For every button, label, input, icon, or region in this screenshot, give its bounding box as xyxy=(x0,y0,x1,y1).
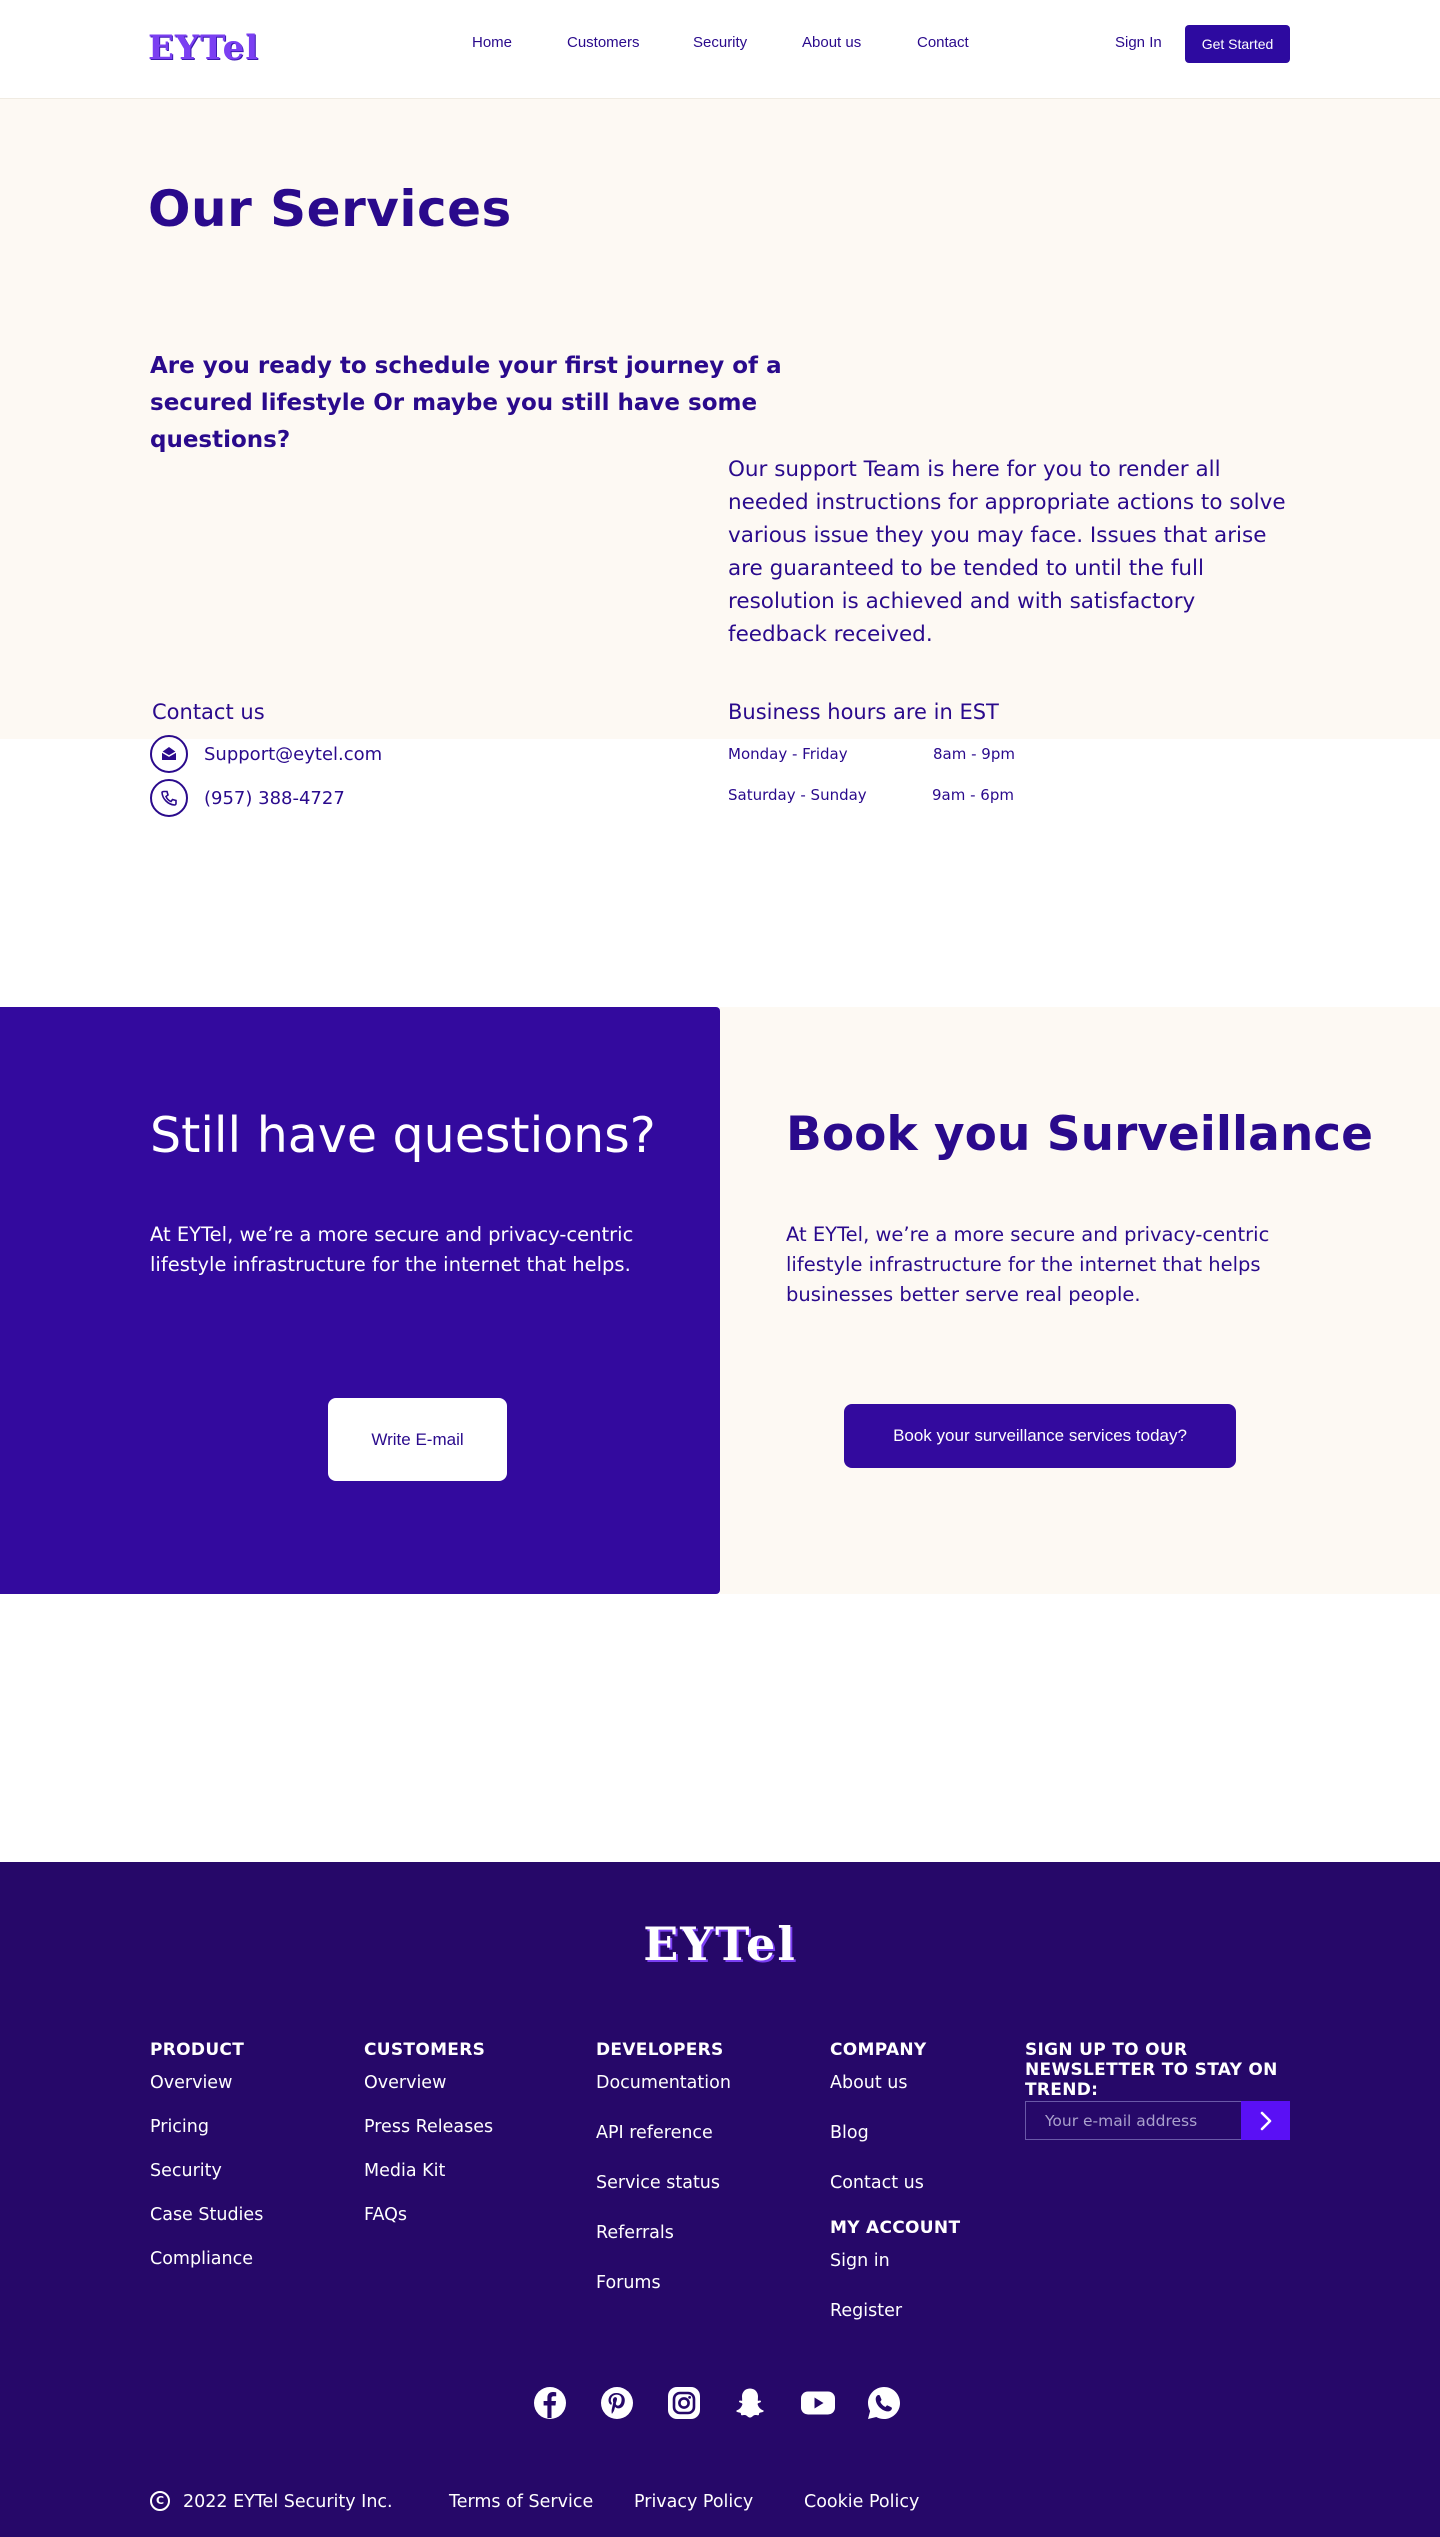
copyright-text: 2022 EYTel Security Inc. xyxy=(183,2492,393,2512)
footer-column-company: COMPANY About us Blog Contact us MY ACCO… xyxy=(830,2040,960,2321)
footer-link[interactable]: Documentation xyxy=(596,2073,731,2093)
footer-logo[interactable]: EYTel xyxy=(0,1917,1440,1971)
newsletter-submit-button[interactable] xyxy=(1241,2101,1290,2140)
get-started-button[interactable]: Get Started xyxy=(1185,25,1290,63)
footer-link[interactable]: Forums xyxy=(596,2273,661,2293)
privacy-policy-link[interactable]: Privacy Policy xyxy=(634,2492,753,2512)
newsletter-email-input[interactable] xyxy=(1025,2101,1241,2140)
questions-cta-text: At EYTel, we’re a more secure and privac… xyxy=(150,1223,634,1276)
footer-column-product: PRODUCT Overview Pricing Security Case S… xyxy=(150,2040,263,2269)
footer-link[interactable]: About us xyxy=(830,2073,908,2093)
nav-link-security[interactable]: Security xyxy=(693,34,747,51)
questions-cta-panel: Still have questions? At EYTel, we’re a … xyxy=(0,1007,720,1594)
footer-link[interactable]: Blog xyxy=(830,2123,869,2143)
whatsapp-icon[interactable] xyxy=(866,2385,902,2421)
site-header: EYTel Home Customers Security About us C… xyxy=(0,0,1440,99)
footer-link[interactable]: Overview xyxy=(150,2073,232,2093)
surveillance-cta-title: Book you Surveillance xyxy=(786,1107,1374,1162)
footer-link[interactable]: Overview xyxy=(364,2073,446,2093)
footer-link[interactable]: Pricing xyxy=(150,2117,209,2137)
contact-email[interactable]: Support@eytel.com xyxy=(204,744,382,765)
surveillance-cta-panel: Book you Surveillance At EYTel, we’re a … xyxy=(720,1007,1440,1594)
facebook-icon[interactable] xyxy=(532,2385,568,2421)
book-surveillance-button[interactable]: Book your surveillance services today? xyxy=(844,1404,1236,1468)
site-footer: EYTel PRODUCT Overview Pricing Security … xyxy=(0,1862,1440,2537)
footer-link[interactable]: Press Releases xyxy=(364,2117,493,2137)
youtube-icon[interactable] xyxy=(800,2385,836,2421)
footer-link[interactable]: Contact us xyxy=(830,2173,924,2193)
support-team-text: Our support Team is here for you to rend… xyxy=(728,457,1286,647)
page-title: Our Services xyxy=(148,180,512,238)
footer-link[interactable]: FAQs xyxy=(364,2205,407,2225)
newsletter-title: SIGN UP TO OUR NEWSLETTER TO STAY ON TRE… xyxy=(1025,2040,1278,2100)
hours-days: Saturday - Sunday xyxy=(728,786,867,804)
footer-heading: CUSTOMERS xyxy=(364,2040,486,2060)
footer-link[interactable]: Referrals xyxy=(596,2223,674,2243)
terms-of-service-link[interactable]: Terms of Service xyxy=(449,2492,593,2512)
hours-time: 9am - 6pm xyxy=(932,786,1014,804)
nav-link-home[interactable]: Home xyxy=(472,34,512,51)
contact-phone-row[interactable]: (957) 388-4727 xyxy=(150,779,345,817)
footer-heading-account: MY ACCOUNT xyxy=(830,2218,961,2238)
sign-in-link[interactable]: Sign In xyxy=(1115,34,1162,51)
contact-us-title: Contact us xyxy=(152,700,265,724)
footer-link[interactable]: Compliance xyxy=(150,2249,253,2269)
site-logo[interactable]: EYTel xyxy=(148,28,259,68)
phone-icon xyxy=(150,779,188,817)
footer-column-customers: CUSTOMERS Overview Press Releases Media … xyxy=(364,2040,493,2225)
footer-link[interactable]: Media Kit xyxy=(364,2161,445,2181)
nav-link-about[interactable]: About us xyxy=(802,34,861,51)
nav-link-contact[interactable]: Contact xyxy=(917,34,969,51)
contact-phone[interactable]: (957) 388-4727 xyxy=(204,788,345,809)
footer-heading: DEVELOPERS xyxy=(596,2040,724,2060)
surveillance-cta-text: At EYTel, we’re a more secure and privac… xyxy=(786,1223,1270,1306)
footer-link[interactable]: Service status xyxy=(596,2173,720,2193)
newsletter-form xyxy=(1025,2101,1290,2140)
footer-column-developers: DEVELOPERS Documentation API reference S… xyxy=(596,2040,731,2293)
copyright-icon: C xyxy=(150,2491,170,2511)
footer-link[interactable]: API reference xyxy=(596,2123,713,2143)
hours-time: 8am - 9pm xyxy=(933,745,1015,763)
footer-heading: COMPANY xyxy=(830,2040,927,2060)
snapchat-icon[interactable] xyxy=(732,2385,768,2421)
footer-heading: PRODUCT xyxy=(150,2040,245,2060)
hours-days: Monday - Friday xyxy=(728,745,848,763)
contact-email-row[interactable]: Support@eytel.com xyxy=(150,735,382,773)
instagram-icon[interactable] xyxy=(666,2385,702,2421)
questions-cta-title: Still have questions? xyxy=(150,1107,656,1164)
chevron-right-icon xyxy=(1260,2111,1271,2130)
footer-link[interactable]: Register xyxy=(830,2301,902,2321)
footer-link[interactable]: Security xyxy=(150,2161,222,2181)
cookie-policy-link[interactable]: Cookie Policy xyxy=(804,2492,919,2512)
services-lead-question: Are you ready to schedule your first jou… xyxy=(150,353,782,453)
footer-link[interactable]: Case Studies xyxy=(150,2205,263,2225)
mail-icon xyxy=(150,735,188,773)
nav-link-customers[interactable]: Customers xyxy=(567,34,640,51)
write-email-button[interactable]: Write E-mail xyxy=(328,1398,507,1481)
business-hours-title: Business hours are in EST xyxy=(728,700,999,724)
footer-link[interactable]: Sign in xyxy=(830,2251,890,2271)
pinterest-icon[interactable] xyxy=(599,2385,635,2421)
